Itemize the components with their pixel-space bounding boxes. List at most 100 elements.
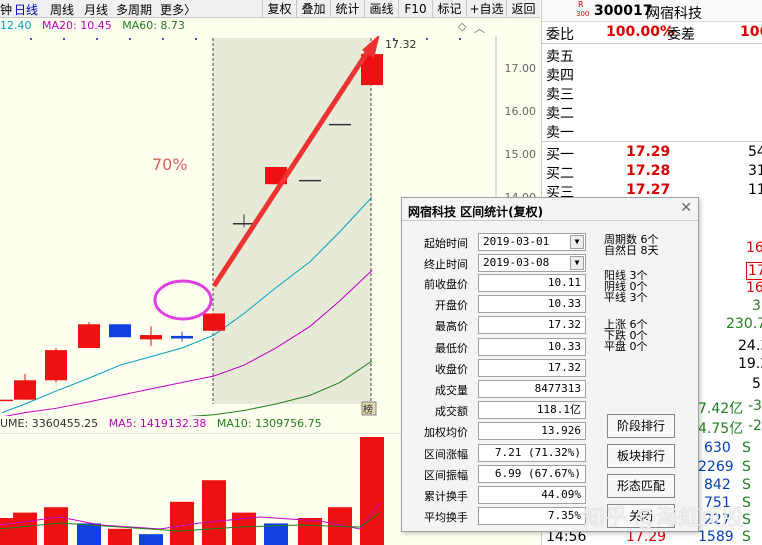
buy-3-price: 17.27: [626, 182, 671, 198]
board-badge: 300: [576, 10, 590, 18]
sell-5-label: 卖五: [546, 49, 574, 65]
quote-value-7: 19.2: [738, 356, 762, 372]
buy-1-label: 买一: [546, 147, 574, 163]
overlay-button[interactable]: 叠加: [296, 0, 330, 18]
range-statistics-dialog: 网宿科技 区间统计(复权) ✕ 起始时间 2019-03-01 ▼ 终止时间 2…: [401, 197, 699, 532]
price-axis-label: 15.00: [505, 148, 537, 161]
stat-label: 平均换手: [424, 511, 468, 525]
marker-dot: [129, 38, 131, 40]
ma10-value: 12.40: [0, 19, 32, 32]
stat-label: 前收盘价: [424, 278, 468, 291]
highlight-circle: [153, 279, 213, 321]
stat-label: 成交额: [435, 405, 468, 419]
volume-value: UME: 3360455.25: [0, 417, 99, 430]
volume-bar: [360, 437, 384, 545]
candle-body: [171, 335, 193, 339]
quote-value-8: 5: [752, 376, 761, 392]
start-date-value: 2019-03-01: [483, 235, 550, 248]
volume-bar: [77, 523, 101, 545]
stat-value-field[interactable]: 44.09%: [478, 486, 586, 504]
sell-2-label: 卖二: [546, 106, 574, 122]
volume-bar: [170, 501, 194, 545]
end-date-picker[interactable]: 2019-03-08 ▼: [478, 254, 586, 272]
start-time-label: 起始时间: [424, 237, 468, 250]
stat-label: 开盘价: [435, 299, 468, 313]
diamond-icon[interactable]: ◇: [458, 20, 466, 33]
tick-2-side: S: [742, 459, 751, 475]
tab-monthly[interactable]: 月线: [84, 1, 108, 18]
buy-3-volume: 11: [748, 182, 762, 198]
end-date-value: 2019-03-08: [483, 256, 550, 269]
restore-rights-button[interactable]: 复权: [262, 0, 296, 18]
stat-value-field[interactable]: 13.926: [478, 422, 586, 441]
volume-bar: [0, 518, 14, 545]
tab-more[interactable]: 更多〉: [160, 1, 196, 18]
tab-multi-period[interactable]: 多周期: [116, 1, 152, 18]
pattern-match-button[interactable]: 形态匹配: [607, 474, 675, 498]
stat-value-field[interactable]: 7.35%: [478, 507, 586, 526]
stat-value-field[interactable]: 10.11: [478, 274, 586, 292]
weicha-label: 委差: [667, 27, 695, 43]
quote-value-3: 16: [746, 280, 762, 296]
stage-ranking-button[interactable]: 阶段排行: [607, 414, 675, 438]
stat-label: 区间涨幅: [424, 447, 468, 461]
period-toolbar: 钟 日线 周线 月线 多周期 更多〉 复权 叠加 统计 画线 F10 标记 +自…: [0, 0, 540, 18]
chevron-down-icon[interactable]: ▼: [570, 235, 584, 249]
stat-value-field[interactable]: 17.32: [478, 316, 586, 335]
candle-body: [109, 324, 131, 338]
chevron-up-icon[interactable]: ︿: [474, 20, 485, 36]
buy-1-price: 17.29: [626, 144, 671, 160]
quote-value-6: 24.3: [738, 338, 762, 354]
quote-value-2: 17: [746, 262, 762, 280]
stat-value-field[interactable]: 17.32: [478, 358, 586, 377]
money-flow-2-right: -2: [748, 418, 762, 434]
back-button[interactable]: 返回: [506, 0, 540, 18]
tab-minute[interactable]: 钟: [0, 1, 12, 18]
stat-value-field[interactable]: 118.1亿: [478, 401, 586, 420]
tick-1-side: S: [742, 440, 751, 456]
ma60-value: MA60: 8.73: [122, 19, 185, 32]
volume-bar: [13, 512, 37, 545]
stat-label: 加权均价: [424, 426, 468, 440]
natural-days: 自然日 8天: [604, 244, 659, 257]
volume-legend: UME: 3360455.25 MA5: 1419132.38 MA10: 13…: [0, 417, 322, 433]
mark-button[interactable]: 标记: [432, 0, 466, 18]
chevron-down-icon[interactable]: ▼: [570, 256, 584, 270]
volume-ma5-value: MA5: 1419132.38: [108, 417, 207, 430]
stat-value-field[interactable]: 10.33: [478, 295, 586, 314]
stat-label: 累计换手: [424, 490, 468, 503]
chart-annotation: 70%: [152, 155, 188, 174]
statistics-button[interactable]: 统计: [330, 0, 364, 18]
candle-body: [203, 313, 225, 331]
watermark: 知乎 @海虹贞股: [583, 506, 744, 531]
dialog-title: 网宿科技 区间统计(复权): [408, 205, 544, 219]
stat-value-field[interactable]: 7.21 (71.32%): [478, 443, 586, 462]
candle-body: [45, 350, 67, 381]
money-flow-2: 4.75亿: [698, 421, 744, 437]
volume-bar: [202, 480, 226, 545]
money-flow-1: 7.42亿: [698, 401, 744, 417]
weibi-value: 100.00%: [606, 24, 675, 40]
tick-2-volume: 2269: [698, 459, 734, 475]
ma20-value: MA20: 10.45: [42, 19, 112, 32]
start-date-picker[interactable]: 2019-03-01 ▼: [478, 233, 586, 251]
add-watchlist-button[interactable]: +自选: [466, 0, 506, 18]
stat-value-field[interactable]: 6.99 (67.67%): [478, 464, 586, 483]
unchanged-count: 平盘 0个: [604, 340, 648, 353]
end-time-label: 终止时间: [424, 258, 468, 271]
tab-weekly[interactable]: 周线: [50, 1, 74, 18]
quote-value-5: 230.7: [726, 316, 762, 332]
close-icon[interactable]: ✕: [680, 200, 692, 216]
marker-dot: [162, 38, 164, 40]
stat-label: 区间振幅: [424, 468, 468, 482]
marker-dot: [195, 38, 197, 40]
draw-line-button[interactable]: 画线: [364, 0, 398, 18]
weibi-label: 委比: [546, 27, 574, 43]
stat-value-field[interactable]: 10.33: [478, 337, 586, 356]
buy-2-label: 买二: [546, 166, 574, 182]
quote-value-1: 16: [746, 240, 762, 256]
stat-value-field[interactable]: 8477313: [478, 380, 586, 398]
f10-button[interactable]: F10: [398, 0, 432, 18]
tab-daily[interactable]: 日线: [14, 1, 38, 18]
sector-ranking-button[interactable]: 板块排行: [607, 444, 675, 468]
